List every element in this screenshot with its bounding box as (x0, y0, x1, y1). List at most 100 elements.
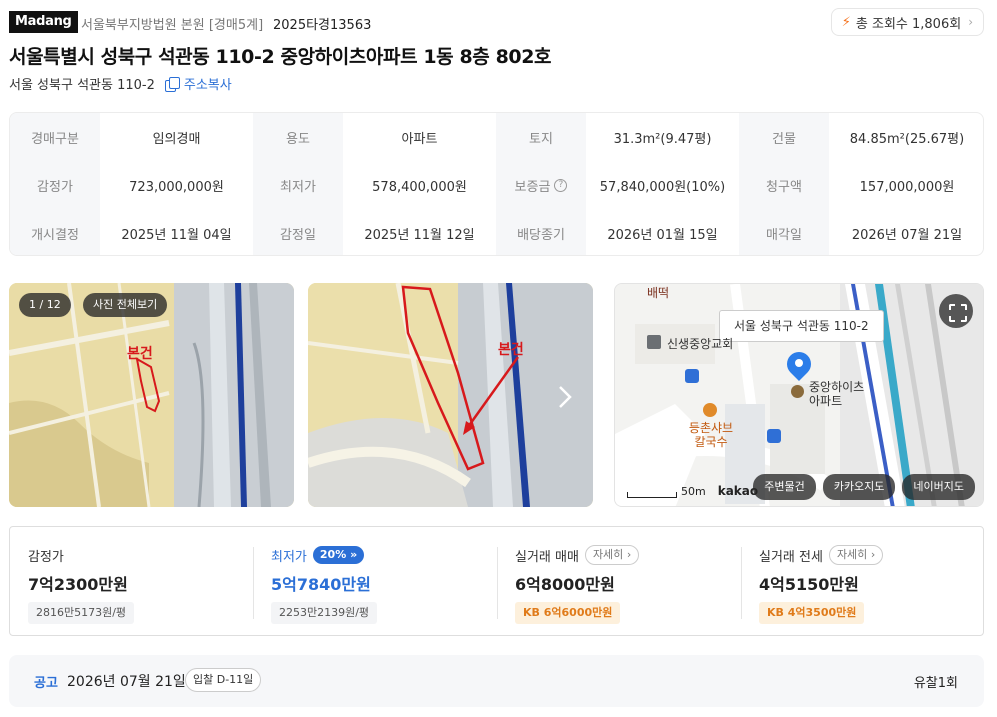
header: Madang 서울북부지방법원 본원 [경매5계] 2025타경13563 ⚡ … (9, 8, 984, 36)
photo-cadastral-map-2[interactable]: 본건 (308, 283, 593, 507)
auction-result: 유찰1회 (913, 676, 958, 691)
info-label: 건물 (739, 113, 829, 161)
copy-icon (164, 76, 180, 92)
madang-logo[interactable]: Madang (9, 11, 78, 33)
info-label: 청구액 (739, 161, 829, 209)
info-value: 2026년 07월 21일 (851, 227, 963, 243)
info-value: 31.3m²(9.47평) (613, 131, 712, 147)
info-value: 2026년 01월 15일 (607, 227, 718, 243)
info-label: 매각일 (739, 209, 829, 255)
info-value: 578,400,000원 (372, 179, 467, 195)
kakao-map[interactable]: 배떡 서울 성북구 석관동 110-2 신생중앙교회 등촌샤브칼국수 중앙하이츠… (614, 283, 984, 507)
info-label: 감정일 (253, 209, 343, 255)
info-label: 최저가 (253, 161, 343, 209)
court-name: 서울북부지방법원 본원 [경매5계] (81, 18, 264, 33)
double-chevron-down-icon: » (350, 548, 358, 561)
info-value: 84.85m²(25.67평) (849, 131, 965, 147)
photo-cadastral-map-1[interactable]: 1 / 12 사진 전체보기 본건 (9, 283, 294, 507)
nearby-properties-button[interactable]: 주변물건 (753, 474, 816, 500)
appraisal-summary: 감정가 7억2300만원 2816만5173원/평 (10, 527, 254, 637)
scale-bar (627, 492, 677, 498)
poi-apartment-label: 중앙하이츠아파트 (809, 380, 865, 408)
sale-detail-button[interactable]: 자세히 › (584, 545, 640, 565)
subject-marker-label: 본건 (127, 346, 153, 362)
actual-sale-label: 실거래 매매 (515, 549, 579, 565)
chevron-right-icon: › (870, 548, 876, 561)
scale-label: 50m (681, 485, 706, 498)
appraisal-per-pyeong: 2816만5173원/평 (28, 602, 135, 624)
address-row: 서울 성북구 석관동 110-2 주소복사 (9, 74, 232, 93)
view-all-photos-button[interactable]: 사진 전체보기 (83, 293, 168, 317)
info-value: 57,840,000원(10%) (599, 179, 726, 195)
church-icon (647, 335, 661, 349)
kb-sale-price: KB 6억6000만원 (515, 602, 621, 624)
map-button-group: 주변물건 카카오지도 네이버지도 (753, 474, 975, 500)
poi-label: 배떡 (647, 286, 670, 300)
case-number: 2025타경13563 (273, 18, 372, 33)
chevron-right-icon: › (968, 15, 973, 29)
jeonse-detail-button[interactable]: 자세히 › (828, 545, 884, 565)
photo-counter: 1 / 12 (19, 293, 71, 317)
bid-dday-badge: 입찰 D-11일 (185, 668, 262, 692)
appraisal-value: 7억2300만원 (28, 575, 128, 594)
view-count-label: 총 조회수 1,806회 (855, 16, 962, 32)
discount-badge-text: 20% (319, 548, 347, 561)
bolt-icon: ⚡ (841, 14, 851, 30)
info-label: 배당종기 (496, 209, 586, 255)
actual-jeonse-summary: 실거래 전세 자세히 › 4억5150만원 KB 4억3500만원 (741, 527, 985, 637)
kb-jeonse-price: KB 4억3500만원 (759, 602, 865, 624)
actual-sale-value: 6억8000만원 (515, 575, 615, 594)
minimum-price-label: 최저가 (271, 549, 307, 565)
expand-map-button[interactable] (939, 294, 973, 328)
notice-date: 2026년 07월 21일 (67, 674, 186, 690)
actual-jeonse-label: 실거래 전세 (759, 549, 823, 565)
info-value: 2025년 11월 04일 (121, 227, 232, 243)
jeonse-detail-label: 자세히 (836, 548, 868, 561)
kakao-map-button[interactable]: 카카오지도 (822, 474, 896, 500)
info-label: 보증금 (514, 179, 551, 195)
info-value: 임의경매 (152, 131, 201, 147)
poi-food-label: 등촌샤브칼국수 (688, 421, 734, 449)
discount-badge[interactable]: 20% » (312, 546, 365, 564)
notice-tag: 공고 (34, 676, 58, 691)
info-label: 용도 (253, 113, 343, 161)
next-photo-button[interactable] (559, 383, 579, 411)
minimum-price-summary: 최저가 20% » 5억7840만원 2253만2139원/평 (253, 527, 497, 637)
info-label: 개시결정 (10, 209, 100, 255)
restaurant-icon (703, 403, 717, 417)
info-label: 토지 (496, 113, 586, 161)
naver-map-button[interactable]: 네이버지도 (902, 474, 975, 500)
minimum-per-pyeong: 2253만2139원/평 (271, 602, 378, 624)
bus-stop-icon[interactable] (767, 429, 781, 443)
info-label: 경매구분 (10, 113, 100, 161)
copy-address-label: 주소복사 (183, 78, 232, 93)
auction-notice-bar[interactable]: 공고 2026년 07월 21일 입찰 D-11일 유찰1회 (9, 655, 984, 707)
actual-jeonse-value: 4억5150만원 (759, 575, 859, 594)
cadastral-map-detail-image (308, 283, 593, 507)
short-address: 서울 성북구 석관동 110-2 (9, 78, 155, 93)
copy-address-button[interactable]: 주소복사 (164, 74, 232, 93)
info-value: 723,000,000원 (129, 179, 224, 195)
location-pin-icon[interactable] (782, 347, 816, 382)
actual-sale-summary: 실거래 매매 자세히 › 6억8000만원 KB 6억6000만원 (497, 527, 741, 637)
help-icon[interactable]: ? (554, 178, 568, 192)
info-label-with-help: 보증금 ? (496, 161, 586, 209)
view-count-button[interactable]: ⚡ 총 조회수 1,806회 › (830, 8, 984, 36)
sale-detail-label: 자세히 (592, 548, 624, 561)
info-value: 2025년 11월 12일 (364, 227, 475, 243)
info-table: 경매구분 임의경매 용도 아파트 토지 31.3m²(9.47평) 건물 84.… (9, 112, 984, 256)
map-scale: 50m kakao (627, 484, 758, 498)
price-summary: 감정가 7억2300만원 2816만5173원/평 최저가 20% » 5억78… (9, 526, 984, 636)
chevron-right-icon: › (626, 548, 632, 561)
bus-stop-icon[interactable] (685, 369, 699, 383)
info-value: 157,000,000원 (859, 179, 955, 195)
subject-marker-label: 본건 (498, 342, 524, 358)
minimum-price-value: 5억7840만원 (271, 575, 371, 594)
page-title: 서울특별시 성북구 석관동 110-2 중앙하이츠아파트 1동 8층 802호 (9, 46, 552, 68)
kakao-logo: kakao (717, 484, 759, 498)
info-label: 감정가 (10, 161, 100, 209)
poi-church-label: 신생중앙교회 (667, 337, 734, 351)
info-value: 아파트 (401, 131, 438, 147)
appraisal-label: 감정가 (28, 549, 64, 565)
apartment-icon (791, 385, 804, 398)
